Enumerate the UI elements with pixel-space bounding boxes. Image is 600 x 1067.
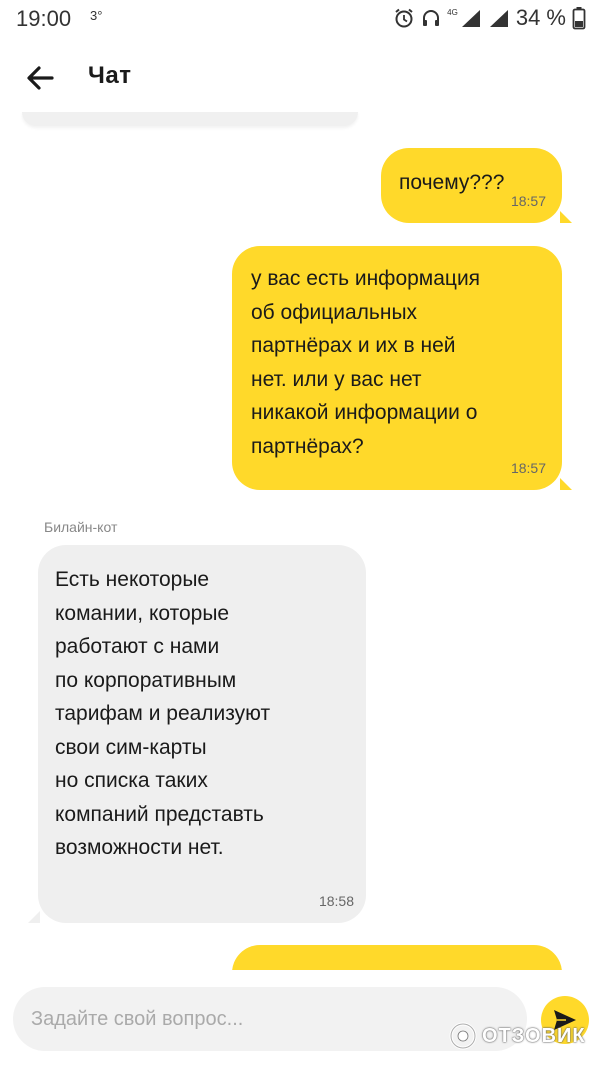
battery-icon (572, 7, 586, 30)
sender-name: Билайн-кот (44, 519, 118, 535)
message-time: 18:57 (510, 460, 546, 476)
message-time: 18:57 (510, 193, 546, 209)
input-bar (0, 970, 600, 1067)
bubble-tail (560, 211, 572, 223)
alarm-icon (395, 8, 413, 28)
watermark: ОТЗОВИК (448, 1020, 586, 1052)
incoming-message[interactable]: Есть некоторые комании, которые работают… (38, 545, 366, 923)
network-type: 4G (447, 8, 458, 17)
watermark-text: ОТЗОВИК (482, 1024, 586, 1047)
status-bar: 19:00 3° 4G 34 % (0, 0, 600, 38)
message-text: Есть некоторые комании, которые работают… (55, 568, 271, 859)
previous-message-bubble-edge (22, 112, 358, 126)
app-header: Чат (0, 40, 600, 112)
message-list[interactable]: почему??? 18:57 у вас есть информация об… (0, 112, 600, 970)
bubble-tail (560, 478, 572, 490)
outgoing-message[interactable]: у вас есть информация об официальных пар… (232, 246, 562, 490)
message-text: почему??? (399, 171, 505, 194)
outgoing-message-partial[interactable] (232, 945, 562, 970)
watermark-logo-icon (449, 1022, 477, 1050)
back-button[interactable] (22, 60, 58, 96)
status-time: 19:00 (16, 6, 72, 31)
bubble-tail (28, 911, 40, 923)
page-title: Чат (88, 62, 132, 89)
headphones-icon (423, 10, 440, 26)
status-icons: 4G 34 % (393, 4, 586, 32)
message-text: у вас есть информация об официальных пар… (251, 267, 481, 458)
arrow-left-icon (27, 66, 54, 90)
status-temperature: 3° (90, 8, 103, 23)
battery-level: 34 % (515, 5, 566, 30)
message-time: 18:58 (318, 893, 354, 909)
signal-icon (461, 10, 480, 27)
signal-icon-2 (489, 10, 508, 27)
outgoing-message[interactable]: почему??? 18:57 (381, 148, 562, 223)
